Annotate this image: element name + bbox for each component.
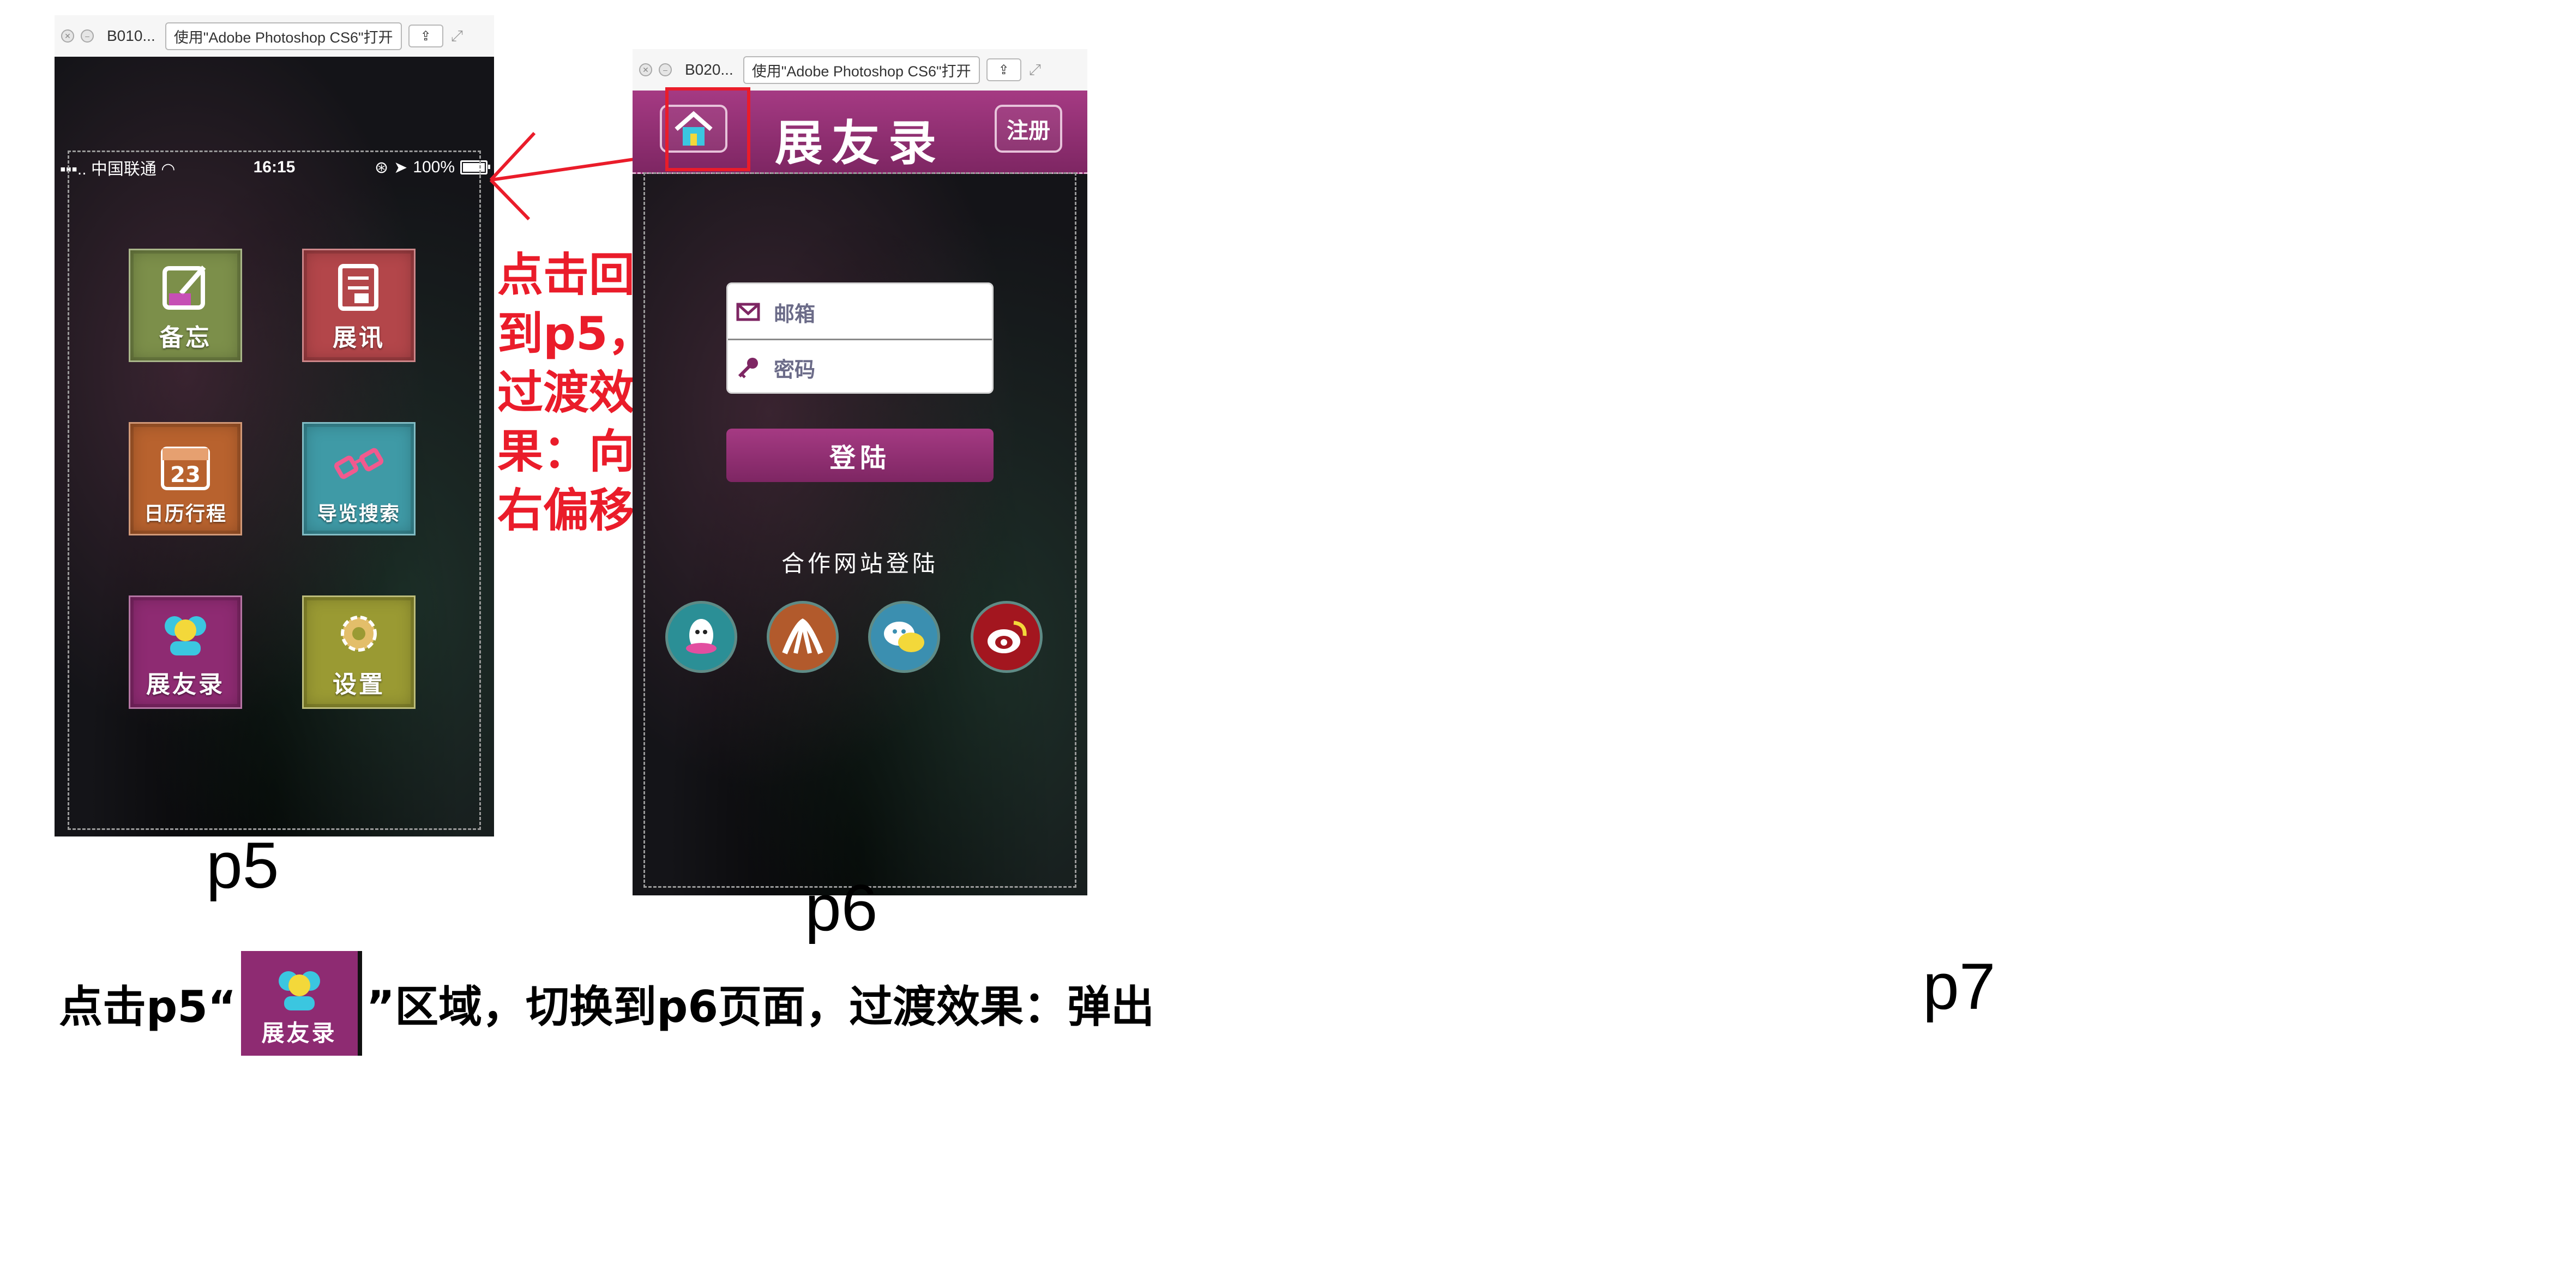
page-label-p7: p7 xyxy=(1923,950,1996,1023)
tile-calendar-label: 日历行程 xyxy=(143,503,227,525)
instruction-after: ”区域，切换到p6页面，过渡效果：弹出 xyxy=(366,982,1155,1032)
close-window-icon[interactable]: ✕ xyxy=(639,63,652,76)
gear-icon xyxy=(329,607,389,660)
p6-window-titlebar: ✕ – B020... 使用"Adobe Photoshop CS6"打开 ⇪ … xyxy=(633,49,1087,92)
login-button-label: 登陆 xyxy=(829,443,890,473)
email-field[interactable]: 邮箱 xyxy=(728,284,992,340)
close-window-icon[interactable]: ✕ xyxy=(61,29,74,43)
tile-memo[interactable]: 备忘 xyxy=(129,249,242,362)
password-field[interactable]: 密码 xyxy=(728,340,992,395)
contacts-tile-thumbnail: 展友录 xyxy=(240,951,362,1056)
thumbnail-label: 展友录 xyxy=(261,1020,337,1046)
renren-icon xyxy=(782,618,823,654)
instruction-before: 点击p5“ xyxy=(59,982,237,1032)
wechat-login-button[interactable] xyxy=(868,601,940,673)
tile-settings-label: 设置 xyxy=(333,671,385,699)
p6-phone-screen: 展友录 注册 邮箱 密码 登陆 合作网站登陆 xyxy=(633,91,1087,895)
weibo-icon xyxy=(988,621,1027,653)
people-icon xyxy=(278,971,320,1010)
page-label-p5: p5 xyxy=(206,829,279,902)
p5-window-titlebar: ✕ – B010... 使用"Adobe Photoshop CS6"打开 ⇪ … xyxy=(55,15,494,58)
email-placeholder: 邮箱 xyxy=(774,302,816,326)
calendar-icon: 23 xyxy=(155,440,215,493)
renren-login-button[interactable] xyxy=(767,601,839,673)
envelope-icon xyxy=(735,298,762,326)
window-filename: B010... xyxy=(107,27,155,44)
people-icon xyxy=(155,607,215,660)
open-with-photoshop-button[interactable]: 使用"Adobe Photoshop CS6"打开 xyxy=(165,22,402,50)
wechat-icon xyxy=(884,622,924,652)
annotation-line: 过渡效 xyxy=(497,366,635,419)
p5-phone-screen: ▪▪▪.. 中国联通 ◠ 16:15 ⊛ ➤ 100% 备忘 展讯 23 日历行… xyxy=(55,57,494,836)
share-icon[interactable]: ⇪ xyxy=(408,25,443,47)
annotation-line: 右偏移 xyxy=(497,484,635,537)
home-button-highlight xyxy=(665,87,750,171)
page-label-p6: p6 xyxy=(805,871,878,944)
tile-contacts-label: 展友录 xyxy=(146,671,225,699)
minimize-window-icon[interactable]: – xyxy=(81,29,94,43)
tile-guide-search[interactable]: 导览搜索 xyxy=(302,422,416,535)
register-label: 注册 xyxy=(1007,118,1050,143)
annotation-line: 到p5， xyxy=(497,307,654,360)
glasses-icon xyxy=(329,440,389,493)
window-filename: B020... xyxy=(685,61,733,78)
memo-icon xyxy=(155,260,215,314)
annotation-line: 点击回 xyxy=(497,248,635,302)
share-icon[interactable]: ⇪ xyxy=(986,58,1021,81)
minimize-window-icon[interactable]: – xyxy=(659,63,672,76)
annotation-line: 果：向 xyxy=(497,425,635,478)
login-form: 邮箱 密码 xyxy=(726,282,994,394)
fullscreen-icon[interactable]: ⤢ xyxy=(451,27,463,45)
tile-settings[interactable]: 设置 xyxy=(302,595,416,709)
news-icon xyxy=(329,260,389,314)
fullscreen-icon[interactable]: ⤢ xyxy=(1029,61,1041,79)
instruction-line: 点击p5“ 展友录 ”区域，切换到p6页面，过渡效果：弹出 xyxy=(59,949,1154,1058)
qq-login-button[interactable] xyxy=(665,601,737,673)
password-placeholder: 密码 xyxy=(774,357,816,382)
annotation-back-to-p5: 点击回 到p5， 过渡效 果：向 右偏移 xyxy=(497,245,654,540)
open-with-photoshop-button[interactable]: 使用"Adobe Photoshop CS6"打开 xyxy=(743,56,980,84)
tile-news-label: 展讯 xyxy=(333,324,385,352)
tile-guide-search-label: 导览搜索 xyxy=(317,503,400,525)
tile-contacts[interactable]: 展友录 xyxy=(129,595,242,709)
calendar-day-number: 23 xyxy=(170,462,201,487)
tile-news[interactable]: 展讯 xyxy=(302,249,416,362)
tile-calendar[interactable]: 23 日历行程 xyxy=(129,422,242,535)
weibo-login-button[interactable] xyxy=(971,601,1043,673)
key-icon xyxy=(735,354,762,381)
tile-memo-label: 备忘 xyxy=(159,324,212,352)
qq-icon xyxy=(686,619,717,654)
partner-login-label: 合作网站登陆 xyxy=(781,550,938,577)
login-button[interactable]: 登陆 xyxy=(726,429,994,482)
p6-content-frame xyxy=(643,172,1076,888)
register-button[interactable]: 注册 xyxy=(995,105,1062,153)
